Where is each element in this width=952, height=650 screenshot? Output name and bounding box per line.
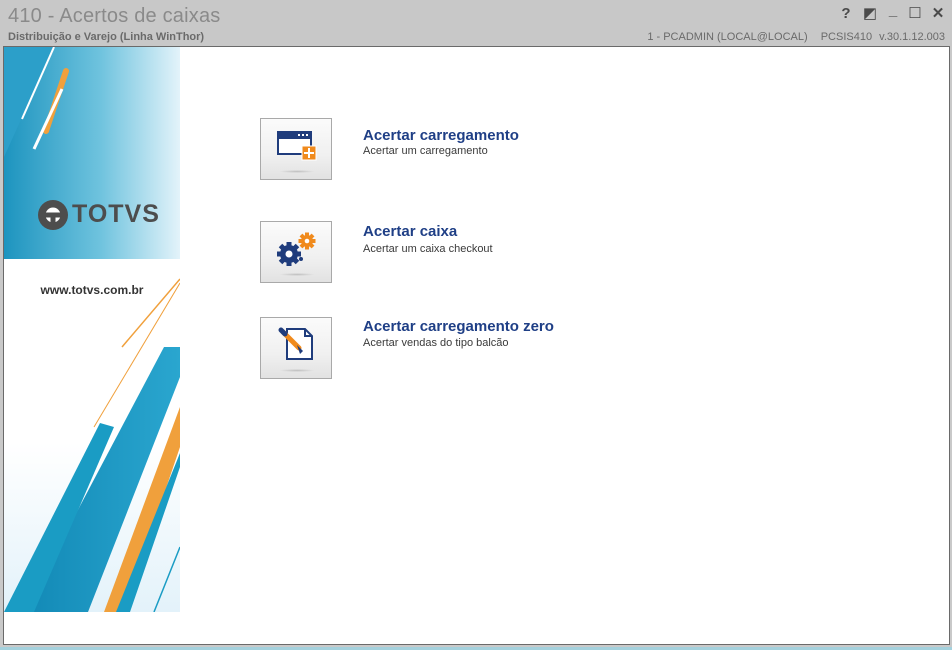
action-title-1[interactable]: Acertar carregamento [363, 127, 519, 144]
action-desc-3: Acertar vendas do tipo balcão [363, 337, 509, 349]
window-subtitle: Distribuição e Varejo (Linha WinThor) [8, 31, 205, 43]
window-title: 410 - Acertos de caixas [8, 5, 221, 27]
action-title-2[interactable]: Acertar caixa [363, 223, 457, 240]
restore-icon-button[interactable]: ◩ [860, 4, 880, 24]
acertar-caixa-button[interactable] [260, 221, 332, 283]
brand-decoration [4, 47, 180, 612]
action-desc-2: Acertar um caixa checkout [363, 243, 493, 255]
program-label: PCSIS410 [820, 31, 873, 43]
totvs-logo-icon [38, 200, 68, 230]
title-bar: 410 - Acertos de caixas Distribuição e V… [0, 0, 952, 46]
totvs-logo: TOTVS [36, 197, 159, 233]
help-button[interactable]: ? [836, 4, 856, 24]
minimize-button[interactable]: _ [883, 1, 903, 21]
user-label: 1 - PCADMIN (LOCAL@LOCAL) [647, 31, 808, 43]
version-label: v.30.1.12.003 [879, 31, 945, 43]
acertar-carregamento-zero-button[interactable] [260, 317, 332, 379]
close-button[interactable]: ✕ [928, 4, 948, 24]
logo-text: TOTVS [72, 200, 160, 228]
maximize-button[interactable]: ☐ [905, 4, 925, 24]
main-panel: TOTVS www.totvs.com.br Acertar carregame… [3, 46, 950, 645]
acertar-carregamento-button[interactable] [260, 118, 332, 180]
brand-sidebar: TOTVS www.totvs.com.br [4, 47, 180, 612]
session-info: 1 - PCADMIN (LOCAL@LOCAL) PCSIS410 v.30.… [637, 31, 945, 43]
action-title-3[interactable]: Acertar carregamento zero [363, 318, 554, 335]
action-desc-1: Acertar um carregamento [363, 145, 488, 157]
website-label: www.totvs.com.br [40, 283, 144, 297]
